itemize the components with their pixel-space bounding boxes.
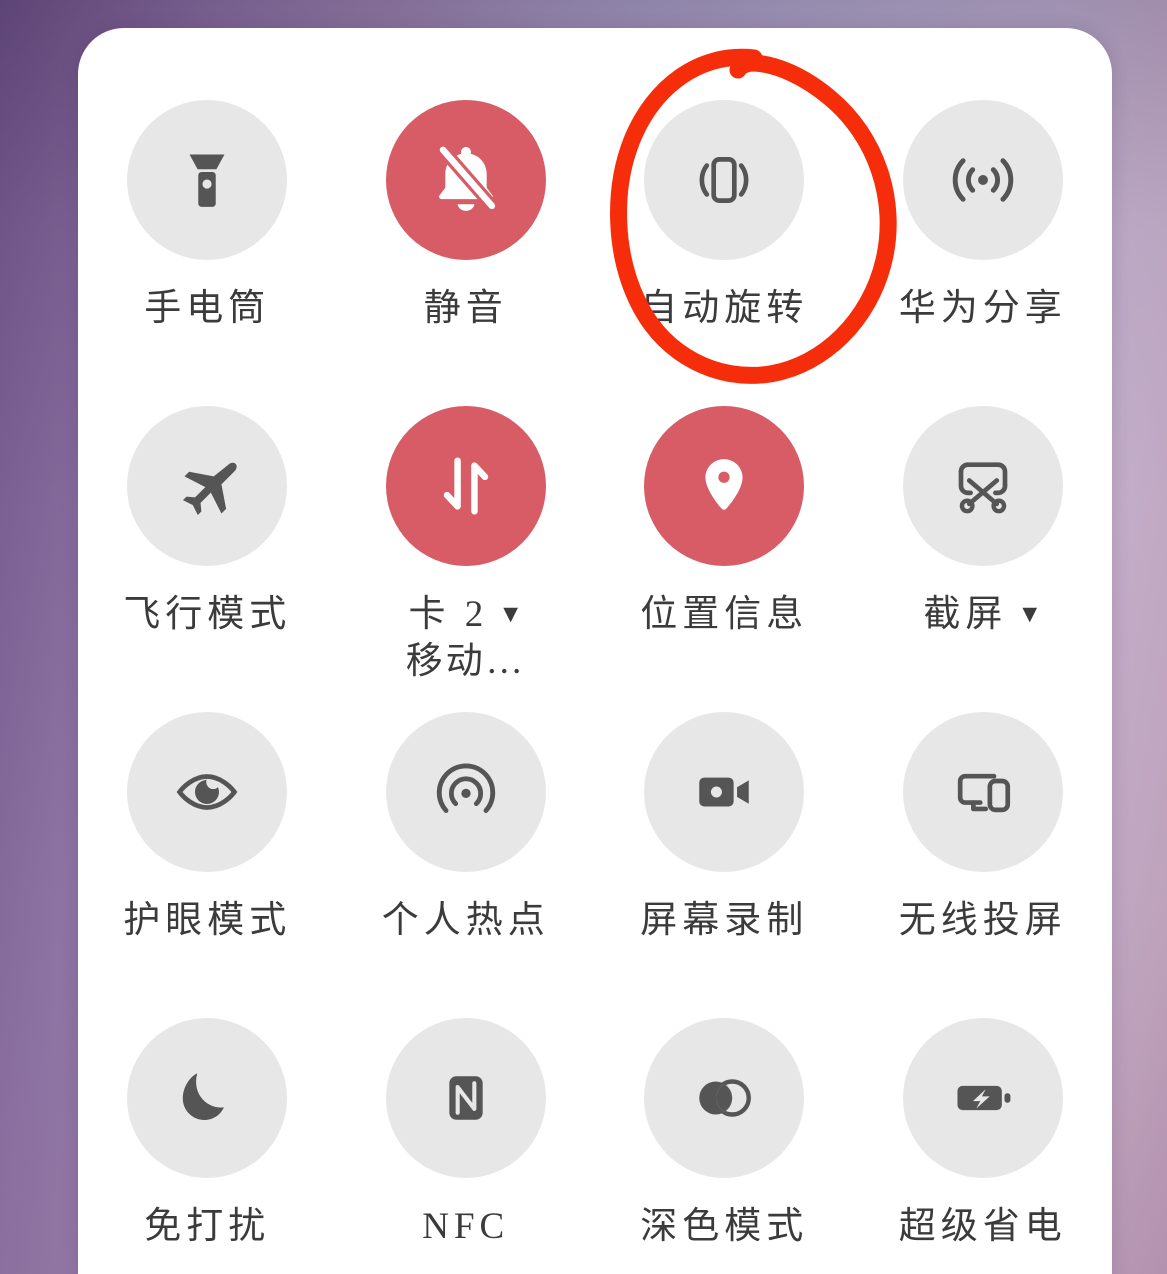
hotspot-icon bbox=[436, 763, 495, 813]
scissors-icon bbox=[958, 462, 1008, 514]
quick-setting-tile-location[interactable]: 位置信息 bbox=[595, 406, 854, 712]
screen-record-tile-circle[interactable] bbox=[644, 712, 805, 872]
quick-setting-tile-mobile-data[interactable]: 卡 2 ▼ 移动… bbox=[337, 406, 596, 712]
phone-screen: 手电筒 静音 自动旋转 华为分享 飞行模式 卡 2 ▼ 移动… 位置信息 截屏 … bbox=[0, 0, 1167, 1274]
quick-setting-tile-wireless-cast[interactable]: 无线投屏 bbox=[854, 712, 1113, 1018]
airplane-tile-circle[interactable] bbox=[127, 406, 288, 566]
power-saving-tile-circle[interactable] bbox=[902, 1018, 1063, 1178]
tile-label: 华为分享 bbox=[898, 288, 1067, 329]
huawei-share-tile-circle[interactable] bbox=[902, 100, 1063, 260]
quick-setting-tile-nfc[interactable]: NFC bbox=[337, 1018, 596, 1274]
quick-setting-tile-screenshot[interactable]: 截屏 ▼ bbox=[854, 406, 1113, 712]
wireless-cast-tile-circle[interactable] bbox=[902, 712, 1063, 872]
auto-rotate-tile-circle[interactable] bbox=[644, 100, 805, 260]
data-transfer-icon bbox=[443, 457, 488, 515]
location-pin-icon bbox=[705, 459, 743, 510]
tile-label: 深色模式 bbox=[640, 1206, 809, 1247]
quick-setting-tile-do-not-disturb[interactable]: 免打扰 bbox=[78, 1018, 337, 1274]
tile-label: 护眼模式 bbox=[123, 900, 292, 941]
quick-setting-tile-silent[interactable]: 静音 bbox=[337, 100, 596, 406]
chevron-down-icon[interactable]: ▼ bbox=[1017, 592, 1042, 638]
battery-bolt-icon bbox=[957, 1085, 1011, 1111]
moon-icon bbox=[183, 1073, 225, 1120]
quick-setting-tile-auto-rotate[interactable]: 自动旋转 bbox=[595, 100, 854, 406]
tile-label: 免打扰 bbox=[144, 1206, 271, 1247]
dark-mode-icon bbox=[699, 1079, 752, 1117]
tile-label: 个人热点 bbox=[381, 900, 550, 941]
tile-label: 飞行模式 bbox=[123, 594, 292, 635]
tile-label: 位置信息 bbox=[640, 594, 809, 635]
tile-label: 手电筒 bbox=[144, 288, 271, 329]
quick-setting-tile-power-saving[interactable]: 超级省电 bbox=[854, 1018, 1113, 1274]
do-not-disturb-tile-circle[interactable] bbox=[127, 1018, 288, 1178]
chevron-down-icon[interactable]: ▼ bbox=[498, 592, 523, 638]
nfc-tile-circle[interactable] bbox=[385, 1018, 546, 1178]
screenshot-tile-circle[interactable] bbox=[902, 406, 1063, 566]
tile-label: NFC bbox=[422, 1206, 510, 1247]
location-tile-circle[interactable] bbox=[644, 406, 805, 566]
huawei-share-icon bbox=[952, 158, 1014, 202]
flashlight-icon bbox=[189, 154, 225, 207]
quick-settings-panel: 手电筒 静音 自动旋转 华为分享 飞行模式 卡 2 ▼ 移动… 位置信息 截屏 … bbox=[78, 28, 1112, 1274]
tile-label: 超级省电 bbox=[898, 1206, 1067, 1247]
tile-label: 自动旋转 bbox=[640, 288, 809, 329]
dark-mode-tile-circle[interactable] bbox=[644, 1018, 805, 1178]
quick-setting-tile-airplane-mode[interactable]: 飞行模式 bbox=[78, 406, 337, 712]
tile-label: 无线投屏 bbox=[898, 900, 1067, 941]
video-camera-icon bbox=[699, 777, 749, 807]
tile-label: 截屏 ▼ bbox=[923, 592, 1042, 638]
eye-icon bbox=[176, 774, 238, 810]
eye-comfort-tile-circle[interactable] bbox=[127, 712, 288, 872]
airplane-icon bbox=[183, 462, 237, 516]
mobile-data-tile-circle[interactable] bbox=[385, 406, 546, 566]
nfc-icon bbox=[449, 1076, 483, 1120]
quick-setting-tile-dark-mode[interactable]: 深色模式 bbox=[595, 1018, 854, 1274]
tile-label: 屏幕录制 bbox=[640, 900, 809, 941]
tile-label-text: 卡 2 bbox=[408, 594, 489, 635]
silent-tile-circle[interactable] bbox=[385, 100, 546, 260]
cast-screen-icon bbox=[957, 773, 1010, 813]
flashlight-tile-circle[interactable] bbox=[127, 100, 288, 260]
quick-setting-tile-flashlight[interactable]: 手电筒 bbox=[78, 100, 337, 406]
quick-setting-tile-eye-comfort[interactable]: 护眼模式 bbox=[78, 712, 337, 1018]
quick-setting-tile-screen-record[interactable]: 屏幕录制 bbox=[595, 712, 854, 1018]
bell-muted-icon bbox=[436, 143, 499, 213]
auto-rotate-icon bbox=[699, 157, 749, 203]
tile-label: 静音 bbox=[423, 288, 508, 329]
hotspot-tile-circle[interactable] bbox=[385, 712, 546, 872]
tile-label: 卡 2 ▼ bbox=[409, 592, 524, 638]
quick-setting-tile-huawei-share[interactable]: 华为分享 bbox=[854, 100, 1113, 406]
quick-settings-grid: 手电筒 静音 自动旋转 华为分享 飞行模式 卡 2 ▼ 移动… 位置信息 截屏 … bbox=[78, 28, 1112, 1274]
tile-sublabel: 移动… bbox=[405, 641, 526, 682]
quick-setting-tile-hotspot[interactable]: 个人热点 bbox=[337, 712, 596, 1018]
tile-label-text: 截屏 bbox=[923, 594, 1008, 635]
